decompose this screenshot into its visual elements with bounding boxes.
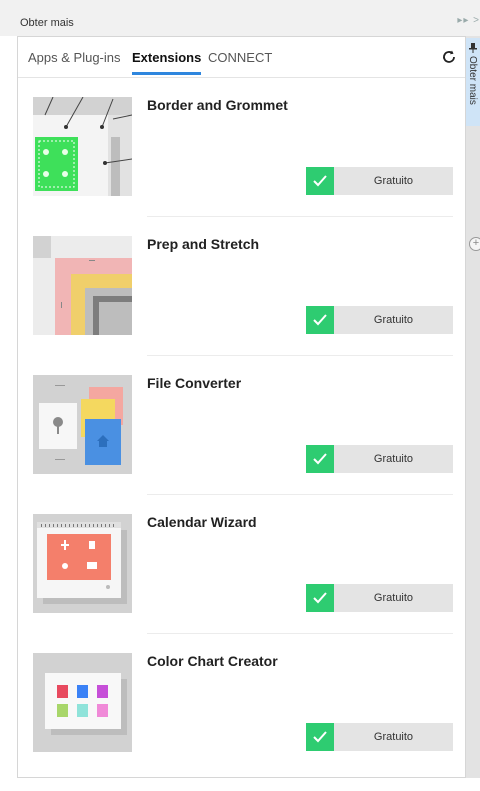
item-title[interactable]: Prep and Stretch (147, 236, 259, 252)
checkmark-icon (306, 723, 334, 751)
pin-icon[interactable] (469, 43, 477, 53)
tab-bar: Apps & Plug-ins Extensions CONNECT (18, 37, 465, 78)
list-item-calendar-wizard[interactable]: Calendar Wizard Gratuito (33, 514, 453, 652)
get-free-button[interactable]: Gratuito (306, 584, 453, 612)
window-titlebar: Obter mais ▸▸ > (0, 0, 480, 36)
docker-tab-label: Obter mais (467, 56, 478, 105)
calendar-wizard-thumbnail (33, 514, 132, 613)
list-item-file-converter[interactable]: File Converter Gratuito (33, 375, 453, 513)
item-title[interactable]: File Converter (147, 375, 241, 391)
divider (147, 216, 453, 217)
price-label: Gratuito (373, 453, 414, 465)
price-label: Gratuito (373, 175, 414, 187)
divider (147, 355, 453, 356)
item-title[interactable]: Border and Grommet (147, 97, 288, 113)
get-free-button[interactable]: Gratuito (306, 306, 453, 334)
item-title[interactable]: Color Chart Creator (147, 653, 278, 669)
plus-circle-icon[interactable]: + (469, 237, 480, 251)
list-item-border-grommet[interactable]: Border and Grommet Gratuito (33, 97, 453, 235)
divider (147, 494, 453, 495)
list-item-color-chart-creator[interactable]: Color Chart Creator Gratuito (33, 653, 453, 791)
checkmark-icon (306, 584, 334, 612)
docker-side-strip (466, 36, 480, 778)
tab-connect[interactable]: CONNECT (208, 50, 272, 72)
window-title: Obter mais (20, 17, 74, 29)
checkmark-icon (306, 445, 334, 473)
item-title[interactable]: Calendar Wizard (147, 514, 257, 530)
tab-apps-plugins[interactable]: Apps & Plug-ins (28, 50, 121, 72)
list-item-prep-stretch[interactable]: Prep and Stretch Gratuito (33, 236, 453, 374)
prep-stretch-thumbnail (33, 236, 132, 335)
price-label: Gratuito (373, 592, 414, 604)
price-label: Gratuito (373, 314, 414, 326)
collapse-panel-icon[interactable]: ▸▸ > (457, 15, 480, 26)
tab-extensions[interactable]: Extensions (132, 50, 202, 75)
refresh-icon[interactable] (441, 49, 457, 65)
obter-mais-panel: Apps & Plug-ins Extensions CONNECT Borde… (17, 36, 466, 778)
checkmark-icon (306, 167, 334, 195)
file-converter-thumbnail (33, 375, 132, 474)
price-label: Gratuito (373, 731, 414, 743)
docker-tab-obter-mais[interactable]: Obter mais (466, 38, 480, 126)
color-chart-creator-thumbnail (33, 653, 132, 752)
get-free-button[interactable]: Gratuito (306, 723, 453, 751)
get-free-button[interactable]: Gratuito (306, 167, 453, 195)
checkmark-icon (306, 306, 334, 334)
border-grommet-thumbnail (33, 97, 132, 196)
get-free-button[interactable]: Gratuito (306, 445, 453, 473)
divider (147, 633, 453, 634)
